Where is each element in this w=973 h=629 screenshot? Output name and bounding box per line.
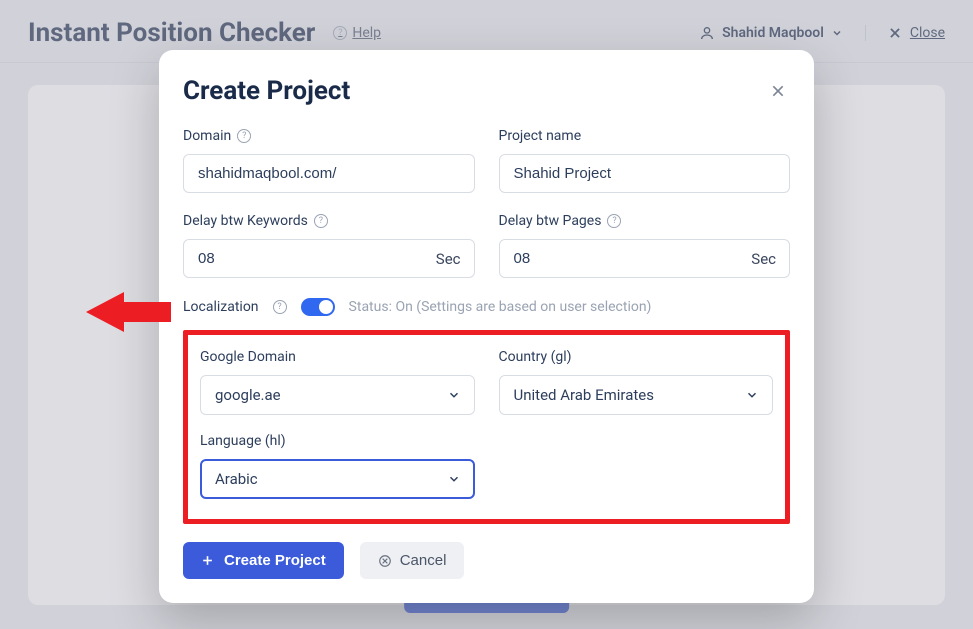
create-project-label: Create Project <box>224 552 326 569</box>
country-label: Country (gl) <box>499 349 572 365</box>
cancel-button[interactable]: Cancel <box>360 542 465 579</box>
help-icon[interactable]: ? <box>237 129 251 143</box>
help-icon[interactable]: ? <box>314 214 328 228</box>
close-icon <box>770 83 786 99</box>
modal-actions: Create Project Cancel <box>183 542 790 579</box>
language-value: Arabic <box>215 470 258 488</box>
localization-row: Localization ? Status: On (Settings are … <box>183 298 790 316</box>
help-icon[interactable]: ? <box>607 214 621 228</box>
language-field: Language (hl) Arabic <box>200 433 475 499</box>
localization-section-highlight: Google Domain google.ae Country (gl) Uni… <box>183 330 790 524</box>
project-name-input[interactable] <box>499 154 791 193</box>
delay-pages-field: Delay btw Pages ? Sec <box>499 213 791 278</box>
modal-title: Create Project <box>183 76 350 106</box>
google-domain-value: google.ae <box>215 386 281 404</box>
help-icon[interactable]: ? <box>273 300 287 314</box>
language-label: Language (hl) <box>200 433 286 449</box>
language-select[interactable]: Arabic <box>200 459 475 499</box>
google-domain-select[interactable]: google.ae <box>200 375 475 415</box>
create-project-modal: Create Project Domain ? Project name Del… <box>159 50 814 603</box>
delay-pages-unit: Sec <box>751 250 776 268</box>
google-domain-label: Google Domain <box>200 349 296 365</box>
delay-pages-input[interactable] <box>499 239 791 278</box>
cancel-label: Cancel <box>400 552 447 569</box>
country-value: United Arab Emirates <box>514 386 654 404</box>
delay-keywords-input[interactable] <box>183 239 475 278</box>
localization-status: Status: On (Settings are based on user s… <box>349 299 652 315</box>
delay-keywords-label: Delay btw Keywords <box>183 213 308 229</box>
localization-label: Localization <box>183 299 259 315</box>
project-name-label: Project name <box>499 128 582 144</box>
modal-close-button[interactable] <box>766 79 790 103</box>
localization-toggle[interactable] <box>301 298 335 316</box>
create-project-button[interactable]: Create Project <box>183 542 344 579</box>
domain-label: Domain <box>183 128 231 144</box>
domain-field: Domain ? <box>183 128 475 193</box>
project-name-field: Project name <box>499 128 791 193</box>
delay-pages-label: Delay btw Pages <box>499 213 602 229</box>
cancel-icon <box>378 554 392 568</box>
google-domain-field: Google Domain google.ae <box>200 349 475 415</box>
delay-keywords-unit: Sec <box>436 250 461 268</box>
country-field: Country (gl) United Arab Emirates <box>499 349 774 415</box>
domain-input[interactable] <box>183 154 475 193</box>
plus-icon <box>201 554 214 567</box>
country-select[interactable]: United Arab Emirates <box>499 375 774 415</box>
delay-keywords-field: Delay btw Keywords ? Sec <box>183 213 475 278</box>
